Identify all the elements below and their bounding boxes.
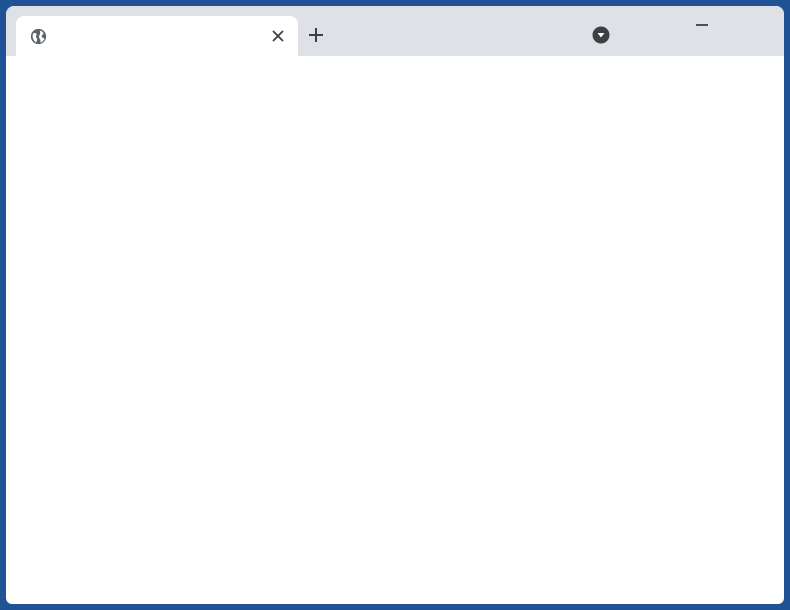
new-tab-button[interactable] [306, 25, 326, 45]
tab-strip [6, 6, 784, 56]
tab-active[interactable] [16, 16, 298, 56]
browser-window [6, 6, 784, 604]
tab-search-button[interactable] [592, 26, 610, 44]
tab-search-icon [592, 26, 610, 44]
plus-icon [309, 28, 323, 42]
tab-close-icon[interactable] [270, 28, 286, 44]
globe-icon [30, 28, 47, 44]
